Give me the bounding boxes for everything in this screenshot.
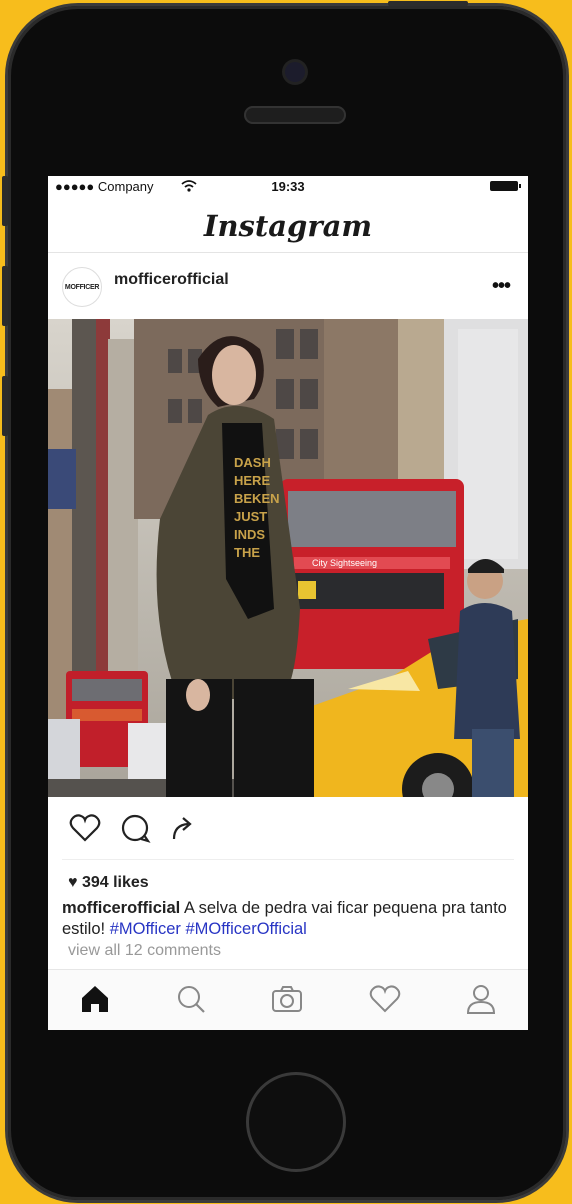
likes-label: 394 likes bbox=[81, 874, 149, 891]
app-screen: ●●●●● Company 19:33 Instagram MOFFICER m… bbox=[48, 176, 528, 1030]
like-heart-icon[interactable] bbox=[68, 811, 102, 845]
post-actions bbox=[62, 797, 514, 860]
battery-icon bbox=[490, 181, 521, 191]
svg-text:JUST: JUST bbox=[234, 509, 267, 524]
likes-count[interactable]: ♥ 394 likes bbox=[68, 874, 528, 892]
svg-text:INDS: INDS bbox=[234, 527, 265, 542]
heart-icon[interactable] bbox=[368, 982, 402, 1016]
instagram-logo: Instagram bbox=[203, 209, 373, 243]
small-heart-icon: ♥ bbox=[68, 874, 78, 891]
front-camera bbox=[285, 62, 305, 82]
bottom-tab-bar bbox=[48, 969, 528, 1030]
shirt-print: DASH bbox=[234, 455, 271, 470]
volume-down-button bbox=[2, 376, 8, 436]
home-button[interactable] bbox=[246, 1072, 346, 1172]
street-scene-image: City Sightseeing DASH HERE BEKEN JUST IN… bbox=[48, 319, 528, 797]
hashtag-link[interactable]: #MOfficerOfficial bbox=[186, 920, 307, 938]
comment-icon[interactable] bbox=[118, 811, 152, 845]
status-bar: ●●●●● Company 19:33 bbox=[48, 176, 528, 198]
home-icon[interactable] bbox=[78, 982, 112, 1016]
profile-icon[interactable] bbox=[464, 982, 498, 1016]
hashtag-link[interactable]: #MOfficer bbox=[110, 920, 181, 938]
camera-icon[interactable] bbox=[270, 982, 304, 1016]
search-icon[interactable] bbox=[174, 982, 208, 1016]
svg-text:HERE: HERE bbox=[234, 473, 270, 488]
clock: 19:33 bbox=[271, 179, 305, 194]
more-options-button[interactable]: ••• bbox=[492, 275, 511, 298]
caption-username[interactable]: mofficerofficial bbox=[62, 899, 180, 917]
mute-switch bbox=[2, 176, 8, 226]
power-button bbox=[388, 1, 468, 6]
bus-sign-text: City Sightseeing bbox=[312, 558, 377, 568]
post-caption: mofficerofficial A selva de pedra vai fi… bbox=[62, 898, 514, 940]
app-header: Instagram bbox=[48, 198, 528, 253]
post-photo[interactable]: City Sightseeing DASH HERE BEKEN JUST IN… bbox=[48, 319, 528, 797]
share-arrow-icon[interactable] bbox=[166, 811, 200, 845]
svg-text:BEKEN: BEKEN bbox=[234, 491, 280, 506]
post-username[interactable]: mofficerofficial bbox=[114, 271, 229, 289]
svg-text:THE: THE bbox=[234, 545, 260, 560]
view-comments-link[interactable]: view all 12 comments bbox=[68, 942, 528, 960]
avatar[interactable]: MOFFICER bbox=[62, 267, 102, 307]
post-header: MOFFICER mofficerofficial ••• bbox=[48, 253, 528, 319]
earpiece-speaker bbox=[244, 106, 346, 124]
volume-up-button bbox=[2, 266, 8, 326]
